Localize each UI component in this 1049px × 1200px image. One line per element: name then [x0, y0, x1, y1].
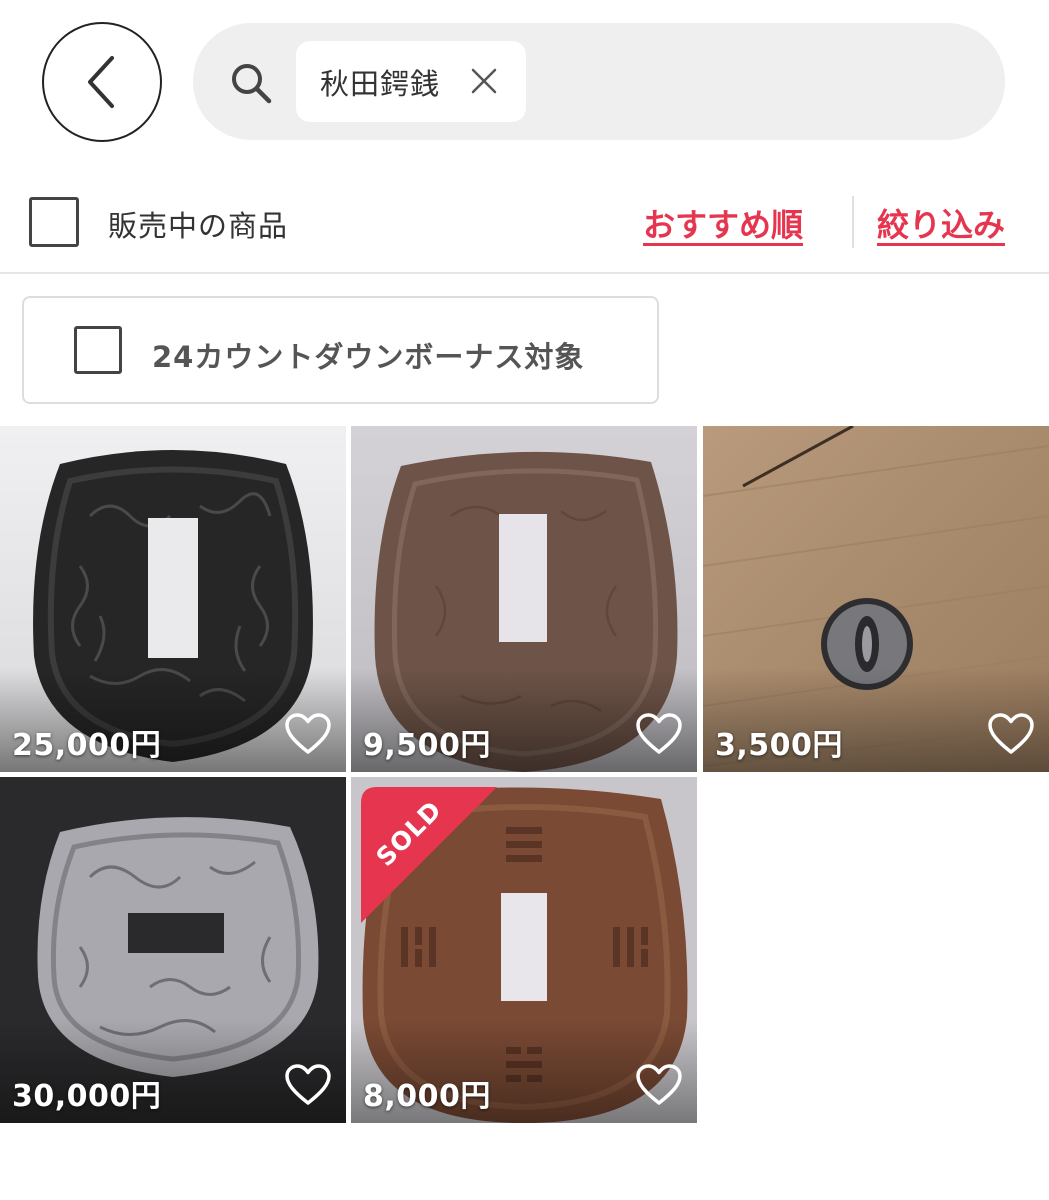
heart-outline-icon[interactable] — [284, 1063, 332, 1107]
item-tile[interactable]: 25,000円 — [0, 426, 346, 772]
search-keyword-label: 秋田鍔銭 — [320, 66, 441, 101]
item-tile[interactable]: 9,500円 — [351, 426, 697, 772]
search-keyword-chip[interactable]: 秋田鍔銭 — [296, 41, 526, 122]
heart-outline-icon[interactable] — [635, 1063, 683, 1107]
item-tile[interactable]: 30,000円 — [0, 777, 346, 1123]
item-tile[interactable]: SOLD 8,000円 — [351, 777, 697, 1123]
bonus-filter[interactable]: 24カウントダウンボーナス対象 — [22, 296, 659, 404]
divider — [852, 196, 854, 248]
heart-outline-icon[interactable] — [284, 712, 332, 756]
refine-link[interactable]: 絞り込み — [877, 200, 1005, 246]
item-price: 3,500円 — [715, 728, 843, 763]
bonus-filter-label: 24カウントダウンボーナス対象 — [152, 340, 585, 374]
item-price: 8,000円 — [363, 1079, 491, 1114]
search-icon — [232, 64, 272, 104]
back-button[interactable] — [42, 22, 162, 142]
bonus-checkbox[interactable] — [74, 326, 122, 374]
filter-row: 販売中の商品 おすすめ順 絞り込み — [0, 170, 1049, 274]
search-bar[interactable]: 秋田鍔銭 — [193, 23, 1005, 140]
sort-link[interactable]: おすすめ順 — [643, 200, 803, 246]
on-sale-checkbox[interactable] — [29, 197, 79, 247]
heart-outline-icon[interactable] — [987, 712, 1035, 756]
item-price: 25,000円 — [12, 728, 162, 763]
heart-outline-icon[interactable] — [635, 712, 683, 756]
close-icon[interactable] — [470, 67, 498, 95]
item-price: 9,500円 — [363, 728, 491, 763]
on-sale-label[interactable]: 販売中の商品 — [108, 203, 288, 245]
item-price: 30,000円 — [12, 1079, 162, 1114]
item-tile[interactable]: 3,500円 — [703, 426, 1049, 772]
chevron-left-icon — [88, 56, 114, 108]
